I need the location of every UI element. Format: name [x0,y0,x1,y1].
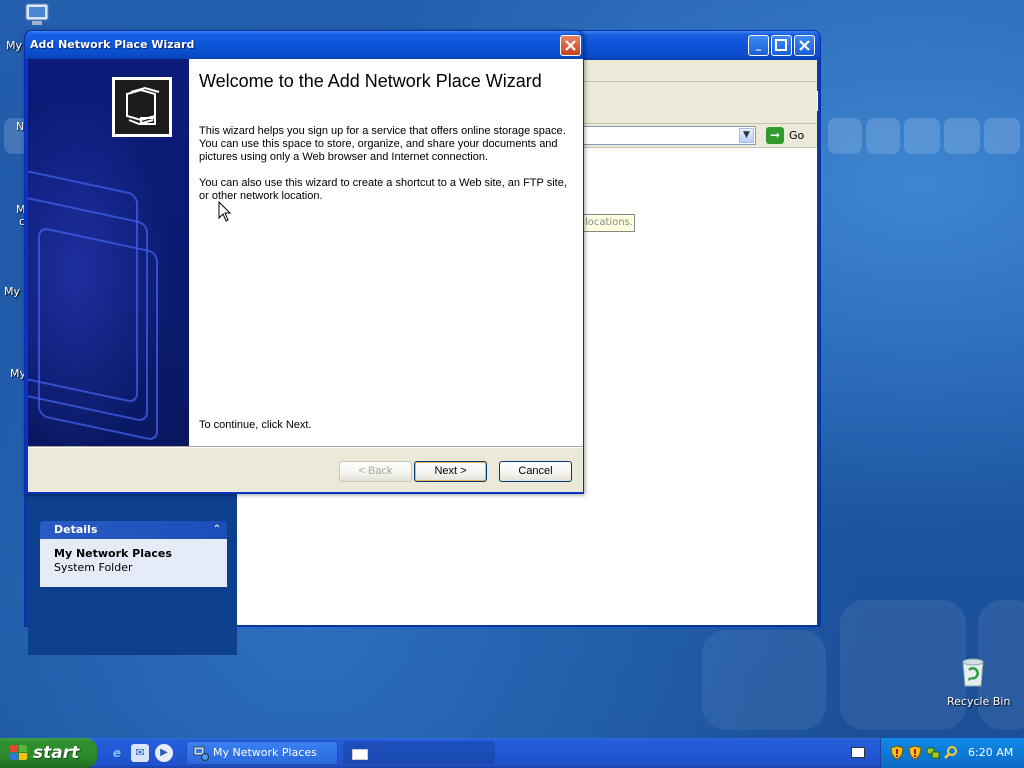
cancel-button[interactable]: Cancel [499,461,572,482]
clock[interactable]: 6:20 AM [968,746,1013,759]
wallpaper-tile [702,630,826,730]
wizard-titlebar[interactable]: Add Network Place Wizard [25,31,583,59]
close-button[interactable] [794,35,815,56]
wizard-description-secondary: You can also use this wizard to create a… [199,177,567,202]
network-places-icon [193,746,209,761]
go-arrow-icon: ➞ [766,127,784,144]
taskbar: start e ✉ ▶ My Network Places 6:20 AM [0,738,1024,768]
wizard-content: Welcome to the Add Network Place Wizard … [189,59,583,446]
details-panel: My Network Places System Folder [40,539,227,587]
network-connection-icon[interactable] [926,745,940,760]
mouse-cursor-icon [218,201,232,222]
search-icon[interactable] [944,745,958,760]
wizard-title: Add Network Place Wizard [30,38,195,51]
wallpaper-tile [828,118,862,154]
media-player-icon[interactable]: ▶ [155,744,173,762]
wallpaper-tile [944,118,980,154]
wizard-continue-text: To continue, click Next. [199,419,312,431]
wizard-close-button[interactable] [560,35,581,56]
minimize-icon: _ [755,38,762,51]
network-folder-icon [126,86,160,126]
taskbar-item-label: My Network Places [213,746,317,759]
go-button[interactable]: ➞ Go [766,126,804,145]
wallpaper-tile [840,600,966,730]
add-network-place-wizard: Add Network Place Wizard Welcome to the … [24,30,584,494]
taskbar-item-wizard[interactable] [343,741,495,765]
wizard-logo [112,77,172,137]
go-label: Go [789,129,805,142]
start-button[interactable]: start [0,738,97,768]
address-dropdown-button[interactable]: ▼ [739,128,754,143]
windows-flag-icon [10,745,28,761]
system-tray: 6:20 AM [880,738,1024,768]
taskbar-item-my-network-places[interactable]: My Network Places [186,741,338,765]
wizard-separator [28,446,583,448]
details-header-label: Details [54,523,98,536]
internet-explorer-icon[interactable]: e [108,744,126,762]
details-subtitle: System Folder [54,561,133,574]
next-button[interactable]: Next > [414,461,487,482]
recycle-bin-icon[interactable] [957,656,989,688]
wallpaper-tile [984,118,1020,154]
wizard-heading: Welcome to the Add Network Place Wizard [199,71,542,91]
close-icon [565,40,576,51]
wizard-client-area: Welcome to the Add Network Place Wizard … [28,59,583,492]
start-label: start [33,743,80,763]
wallpaper-tile [904,118,940,154]
wizard-description: This wizard helps you sign up for a serv… [199,125,566,163]
wallpaper-tile [866,118,900,154]
banner-folder-shape [38,226,158,442]
security-alert-icon[interactable] [908,745,922,760]
details-panel-header[interactable]: Details ⌃ [40,521,227,539]
outlook-express-icon[interactable]: ✉ [131,744,149,762]
security-shield-icon[interactable] [890,745,904,760]
desktop-icon-label[interactable]: N [16,120,24,133]
collapse-chevron-icon[interactable]: ⌃ [213,521,221,539]
desktop-icon-label[interactable]: My [6,39,22,52]
maximize-icon [775,39,787,51]
details-title: My Network Places [54,547,172,560]
minimize-button[interactable]: _ [748,35,769,56]
maximize-button[interactable] [771,35,792,56]
back-button[interactable]: < Back [339,461,412,482]
recycle-bin-label[interactable]: Recycle Bin [947,695,1010,708]
chevron-down-icon: ▼ [743,130,750,140]
close-icon [799,40,810,51]
window-icon [352,749,368,760]
my-documents-icon[interactable] [22,2,54,30]
wizard-banner [28,59,189,446]
language-bar-icon[interactable] [851,747,865,758]
